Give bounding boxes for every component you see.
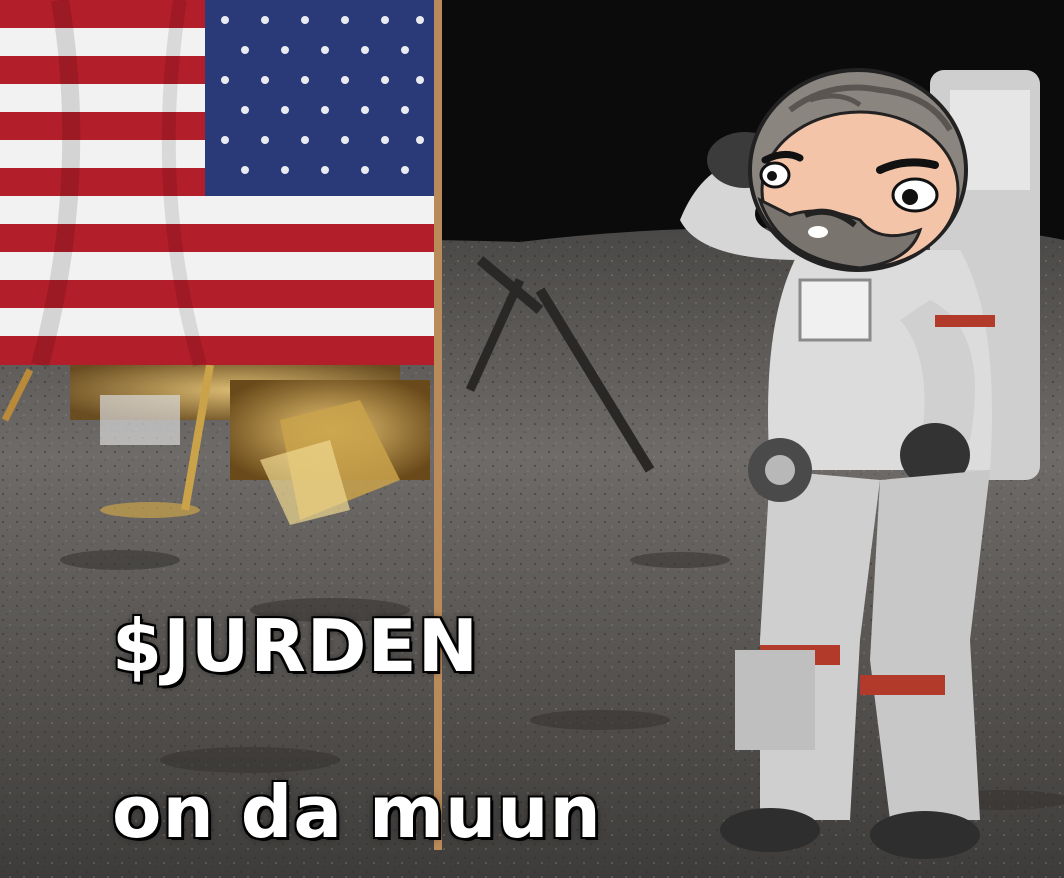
moon-photo: [0, 0, 1064, 878]
flag-pole: [434, 0, 442, 850]
caption-line-1: $JURDEN: [111, 603, 480, 690]
cartoon-face: [748, 68, 968, 272]
flag-icon: [0, 0, 440, 368]
caption-line-2: on da muun: [111, 769, 603, 856]
moon-landing-scene: $JURDEN on da muun: [0, 0, 1064, 878]
